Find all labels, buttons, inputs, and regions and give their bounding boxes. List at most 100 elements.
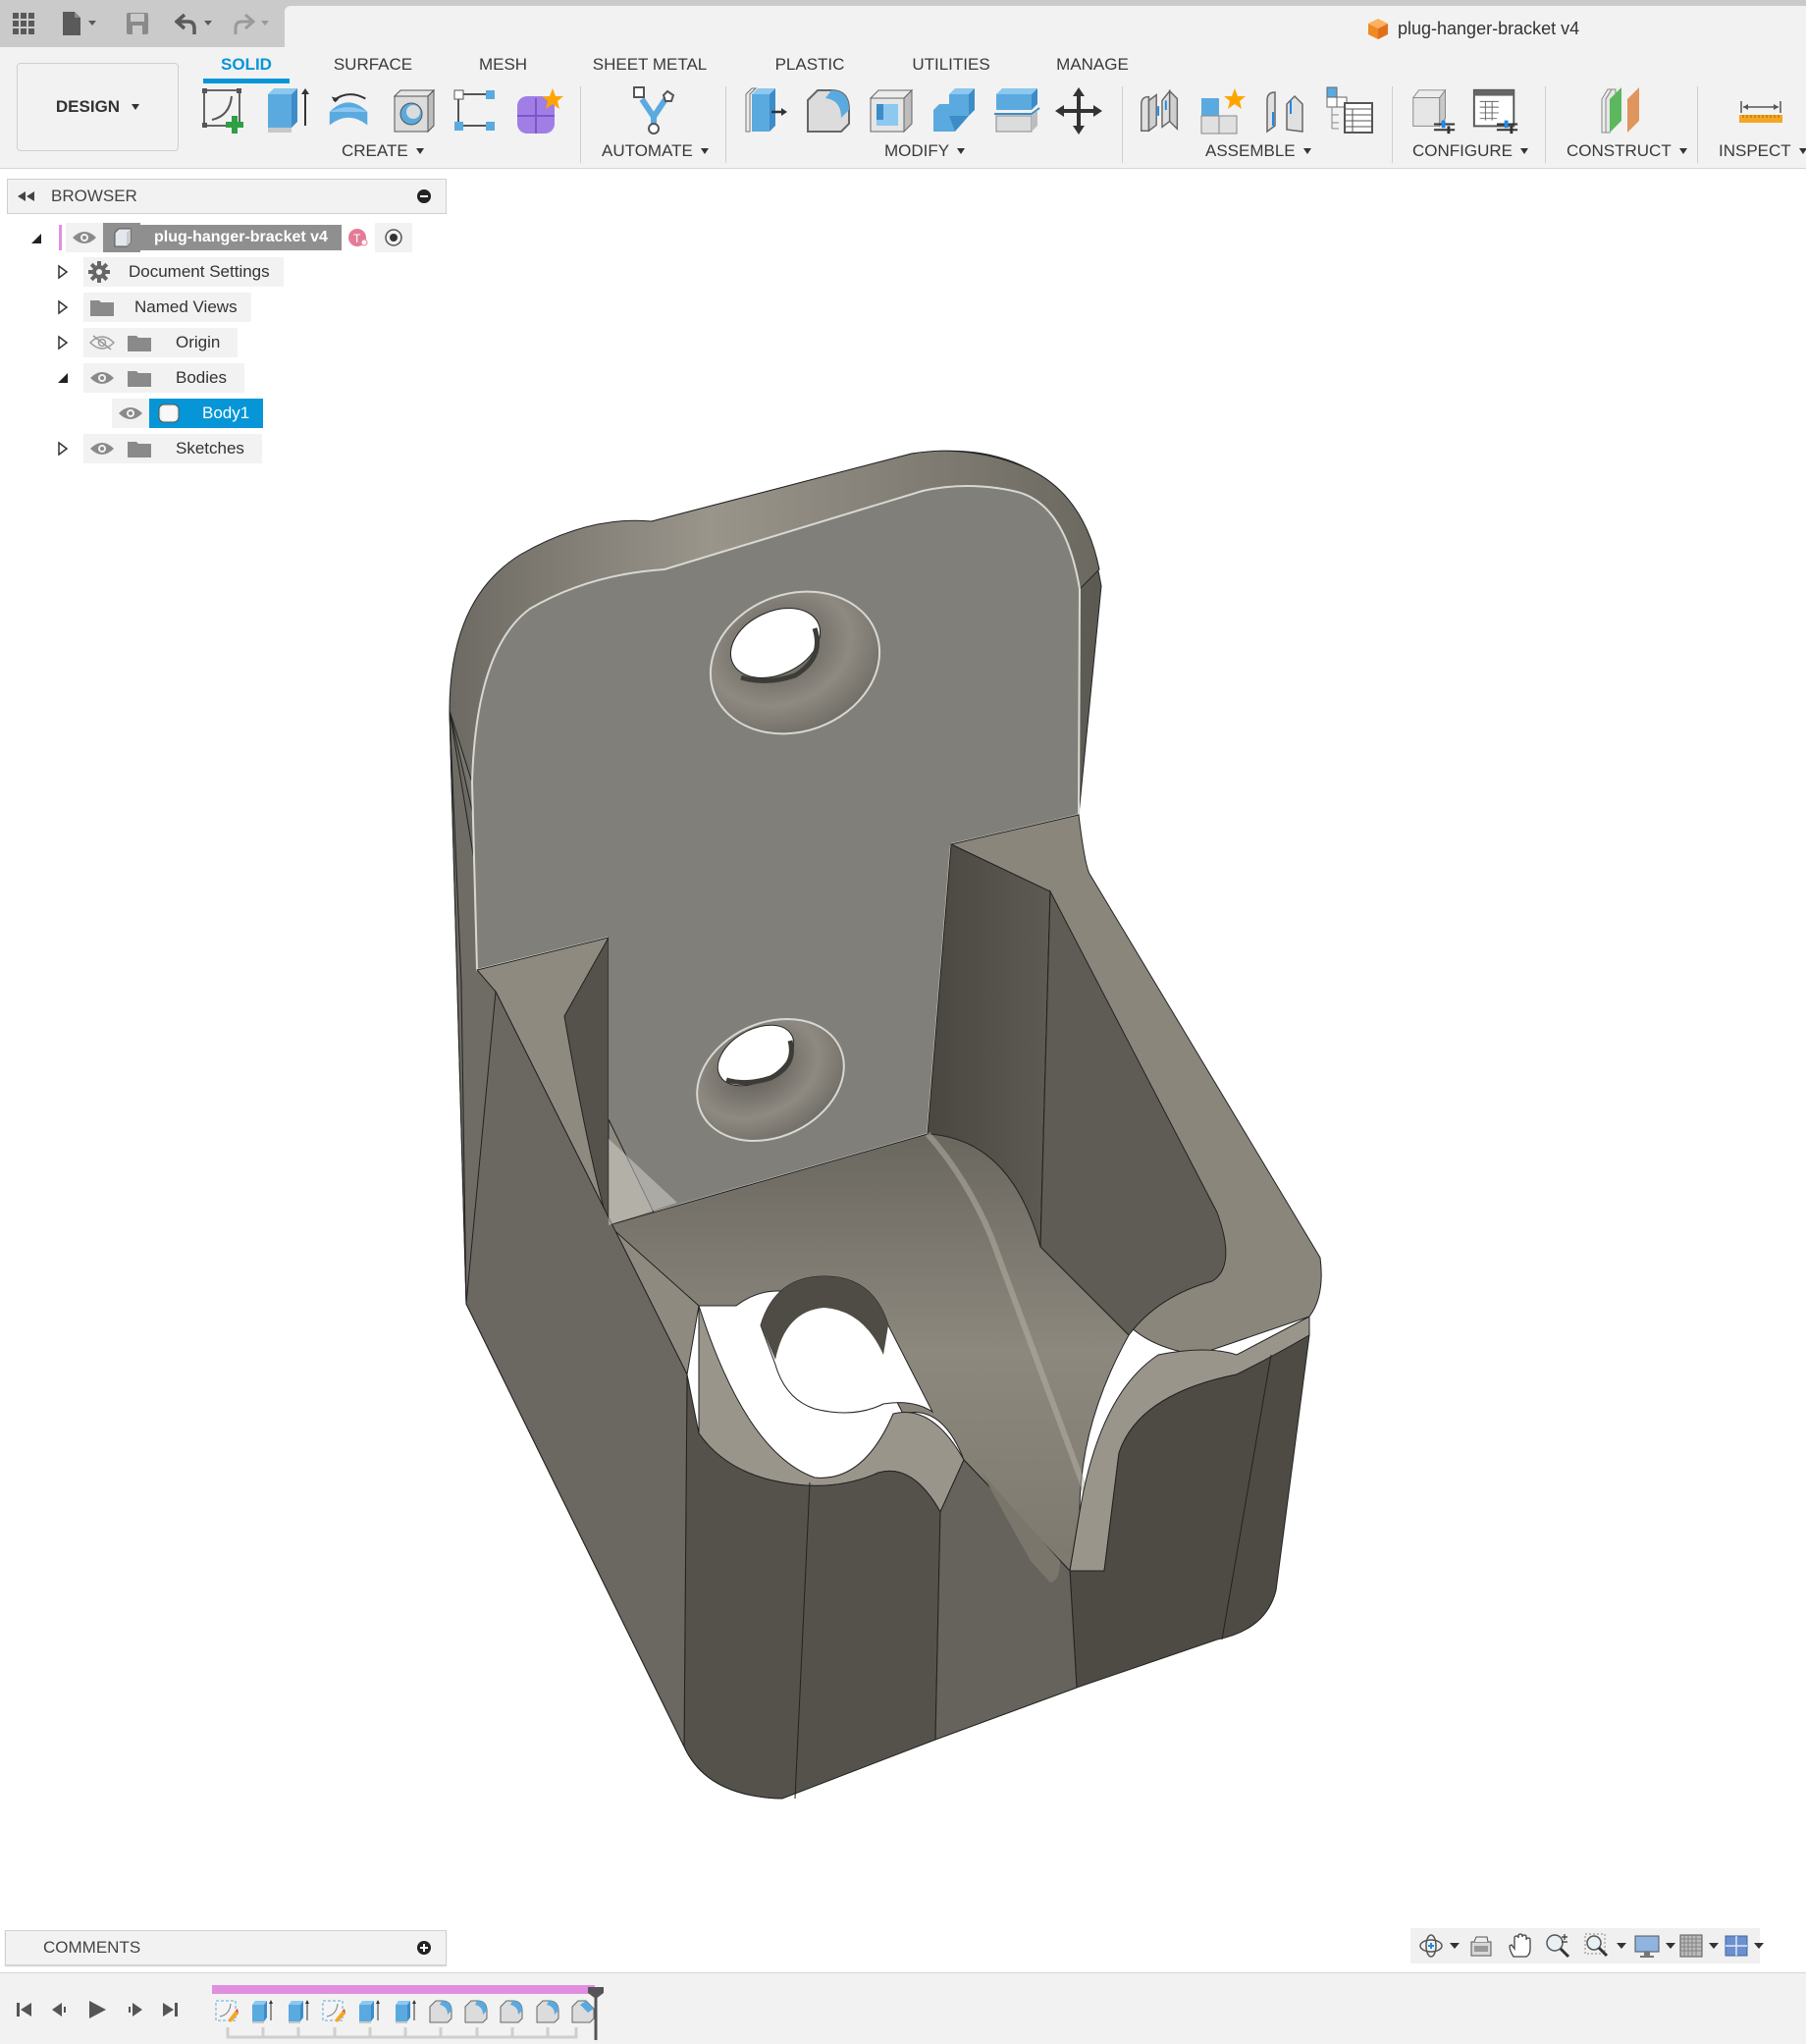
file-menu-button[interactable] (61, 8, 100, 39)
configure-model-button[interactable] (1408, 84, 1459, 137)
play-button[interactable] (84, 1997, 110, 2022)
tab-mesh[interactable]: MESH (461, 51, 545, 79)
root-component-label[interactable]: plug-hanger-bracket v4 (140, 225, 342, 250)
chevron-down-icon[interactable] (1666, 1943, 1675, 1949)
redo-button[interactable] (232, 8, 275, 39)
timeline-feature-extrude[interactable] (356, 1999, 382, 2024)
fillet-button[interactable] (803, 84, 854, 137)
viewports-button[interactable] (1725, 1932, 1764, 1960)
new-component-button[interactable] (1197, 84, 1248, 137)
create-sketch-button[interactable] (199, 84, 250, 137)
timeline-feature-sketch[interactable] (214, 1999, 239, 2024)
collapse-panel-icon[interactable] (16, 189, 37, 203)
tab-utilities[interactable]: UTILITIES (899, 51, 1003, 79)
save-button[interactable] (126, 8, 149, 39)
canvas-viewport[interactable] (0, 169, 1806, 1972)
grid-snaps-button[interactable] (1679, 1932, 1719, 1960)
modify-group-label[interactable]: MODIFY (884, 141, 966, 161)
browser-item-sketches[interactable]: Sketches (57, 434, 262, 463)
joint-button[interactable] (1136, 84, 1187, 137)
visibility-toggle[interactable] (66, 223, 103, 252)
browser-options-icon[interactable] (416, 188, 432, 204)
display-settings-button[interactable] (1634, 1932, 1675, 1960)
construct-group-label[interactable]: CONSTRUCT (1567, 141, 1687, 161)
origin-label[interactable]: Origin (158, 328, 239, 357)
timeline-feature-sketch[interactable] (321, 1999, 346, 2024)
workspace-switcher[interactable]: DESIGN (17, 63, 179, 151)
expand-triangle-icon[interactable] (57, 299, 69, 315)
chevron-down-icon[interactable] (1709, 1943, 1719, 1949)
visibility-toggle[interactable] (112, 399, 149, 428)
create-group-label[interactable]: CREATE (342, 141, 424, 161)
visibility-toggle[interactable] (83, 434, 121, 463)
timeline-feature-fillet[interactable] (428, 1999, 453, 2024)
3d-model-body1[interactable] (0, 169, 1806, 1972)
expand-triangle-icon[interactable] (57, 441, 69, 457)
configuration-table-button[interactable] (1470, 84, 1521, 137)
joint-origin-table-button[interactable] (1325, 84, 1376, 137)
tab-solid[interactable]: SOLID (203, 51, 290, 79)
timeline-feature-extrude[interactable] (393, 1999, 418, 2024)
go-to-start-button[interactable] (12, 1997, 37, 2022)
browser-item-body1[interactable]: Body1 (112, 399, 264, 428)
timeline-marker[interactable] (587, 1987, 605, 2040)
combine-button[interactable] (929, 84, 980, 137)
expand-triangle-icon[interactable] (57, 335, 69, 350)
shell-button[interactable] (866, 84, 917, 137)
chevron-down-icon[interactable] (1617, 1943, 1626, 1949)
revolve-button[interactable] (324, 84, 375, 137)
pan-button[interactable] (1507, 1932, 1532, 1960)
tab-plastic[interactable]: PLASTIC (760, 51, 860, 79)
body1-selected-cell[interactable]: Body1 (149, 399, 264, 428)
named-views-label[interactable]: Named Views (121, 293, 251, 322)
browser-item-named-views[interactable]: Named Views (57, 293, 251, 322)
offset-face-button[interactable] (991, 84, 1042, 137)
expand-triangle-icon[interactable] (57, 264, 69, 280)
browser-item-origin[interactable]: Origin (57, 328, 239, 357)
timeline-feature-fillet[interactable] (499, 1999, 524, 2024)
step-forward-button[interactable] (122, 1997, 147, 2022)
browser-item-document-settings[interactable]: Document Settings (57, 257, 284, 287)
automate-group-label[interactable]: AUTOMATE (602, 141, 709, 161)
tab-manage[interactable]: MANAGE (1045, 51, 1140, 79)
extrude-button[interactable] (261, 84, 312, 137)
configure-group-label[interactable]: CONFIGURE (1412, 141, 1528, 161)
add-comment-icon[interactable] (416, 1940, 432, 1956)
chevron-down-icon[interactable] (1450, 1943, 1460, 1949)
browser-root-row[interactable]: plug-hanger-bracket v4 T (29, 223, 412, 252)
bodies-label[interactable]: Bodies (158, 363, 244, 393)
offset-plane-button[interactable] (1596, 84, 1647, 137)
visibility-toggle[interactable] (83, 328, 121, 357)
hole-button[interactable] (388, 84, 439, 137)
fit-button[interactable] (1583, 1932, 1626, 1960)
sketches-label[interactable]: Sketches (158, 434, 262, 463)
expand-triangle-icon[interactable] (29, 232, 43, 245)
assemble-group-label[interactable]: ASSEMBLE (1205, 141, 1311, 161)
press-pull-button[interactable] (741, 84, 792, 137)
timeline-feature-fillet[interactable] (535, 1999, 560, 2024)
chevron-down-icon[interactable] (1754, 1943, 1764, 1949)
look-at-button[interactable] (1469, 1932, 1493, 1960)
orbit-button[interactable] (1418, 1932, 1460, 1960)
document-settings-label[interactable]: Document Settings (115, 257, 284, 287)
app-grid-button[interactable] (12, 8, 35, 39)
measure-button[interactable] (1735, 84, 1786, 137)
comments-panel-header[interactable]: COMMENTS (5, 1930, 447, 1965)
tab-sheet-metal[interactable]: SHEET METAL (587, 51, 713, 79)
activate-component-radio[interactable] (374, 223, 412, 252)
step-back-button[interactable] (47, 1997, 73, 2022)
timeline-feature-extrude[interactable] (249, 1999, 275, 2024)
browser-item-bodies[interactable]: Bodies (57, 363, 244, 393)
pattern-button[interactable] (450, 84, 501, 137)
undo-button[interactable] (175, 8, 218, 39)
automate-button[interactable] (628, 84, 679, 137)
zoom-button[interactable] (1544, 1932, 1571, 1960)
inspect-group-label[interactable]: INSPECT (1719, 141, 1806, 161)
timeline-feature-fillet[interactable] (463, 1999, 489, 2024)
go-to-end-button[interactable] (157, 1997, 183, 2022)
as-built-joint-button[interactable] (1260, 84, 1311, 137)
create-form-button[interactable] (513, 84, 564, 137)
timeline-feature-extrude[interactable] (286, 1999, 311, 2024)
tab-surface[interactable]: SURFACE (324, 51, 422, 79)
visibility-toggle[interactable] (83, 363, 121, 393)
